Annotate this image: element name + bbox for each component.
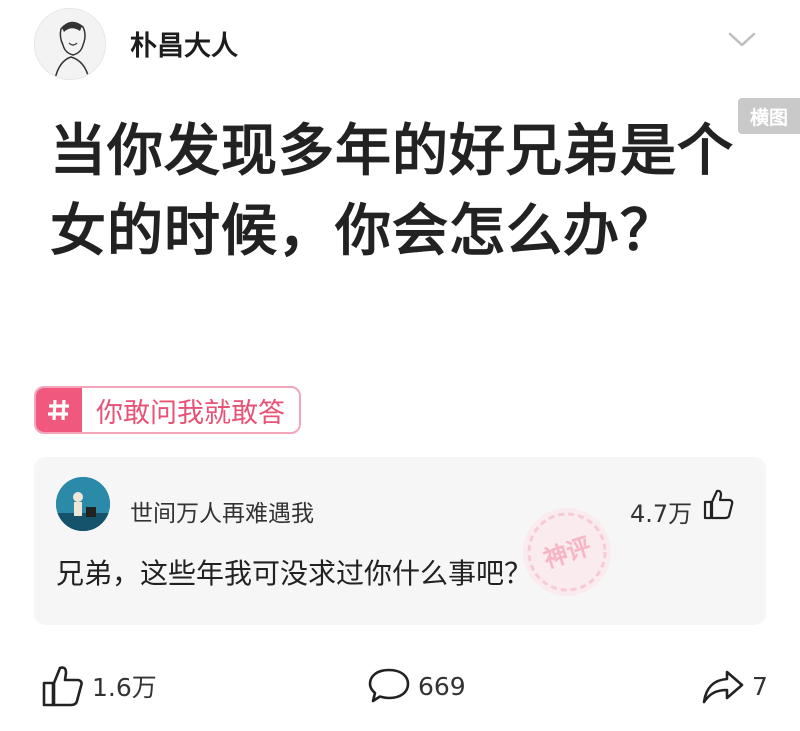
post-header: 朴昌大人 — [0, 0, 800, 90]
action-bar: 1.6万 669 7 — [0, 655, 800, 715]
topic-label: 你敢问我就敢答 — [96, 397, 285, 429]
like-count: 1.6万 — [92, 673, 157, 702]
share-arrow-icon — [702, 670, 744, 704]
post-title: 当你发现多年的好兄弟是个女的时候，你会怎么办？ — [50, 119, 734, 264]
comment-count: 669 — [418, 671, 466, 701]
like-button[interactable]: 1.6万 — [40, 663, 157, 709]
comment-like-count: 4.7万 — [630, 500, 693, 528]
speech-bubble-icon — [368, 668, 410, 703]
hash-icon — [36, 388, 82, 432]
chevron-down-icon[interactable] — [726, 30, 758, 50]
thumbs-up-icon[interactable] — [702, 487, 736, 521]
commenter-avatar[interactable] — [56, 477, 110, 531]
top-comment-card[interactable]: 世间万人再难遇我 4.7万 神评 兄弟，这些年我可没求过你什么事吧？ — [34, 457, 766, 625]
thumbs-up-icon — [42, 666, 83, 707]
author-name[interactable]: 朴昌大人 — [130, 24, 238, 63]
share-button[interactable]: 7 — [700, 663, 768, 709]
comment-text: 兄弟，这些年我可没求过你什么事吧？ — [56, 557, 533, 590]
landscape-button[interactable]: 横图 — [738, 98, 800, 134]
comment-button[interactable]: 669 — [366, 663, 466, 709]
commenter-name[interactable]: 世间万人再难遇我 — [130, 494, 314, 528]
author-avatar[interactable] — [34, 8, 106, 80]
topic-tag[interactable]: 你敢问我就敢答 — [34, 386, 301, 434]
share-count: 7 — [752, 671, 768, 701]
